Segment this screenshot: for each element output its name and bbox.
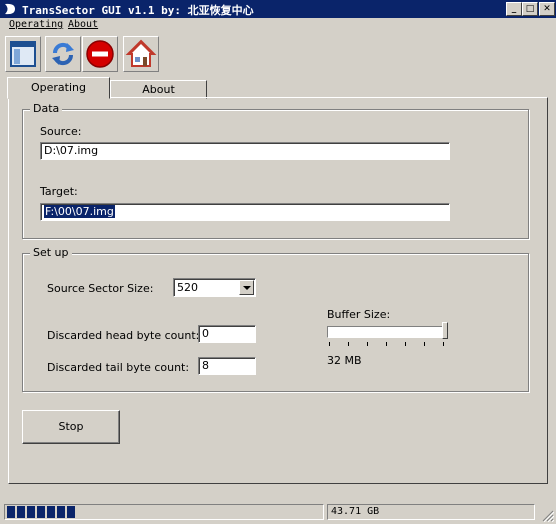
sector-size-value: 520 <box>177 281 198 294</box>
app-logo-icon <box>5 3 15 15</box>
progress-block <box>37 506 45 518</box>
app-window: TransSector GUI v1.1 by: 北亚恢复中心 _ □ ✕ Op… <box>0 0 556 524</box>
target-value: F:\00\07.img <box>44 205 115 218</box>
progress-block <box>27 506 35 518</box>
slider-tick <box>443 342 444 346</box>
buffer-size-value: 32 MB <box>327 354 362 367</box>
tab-operating[interactable]: Operating <box>7 77 110 99</box>
source-input[interactable]: D:\07.img <box>40 142 450 160</box>
status-bar: 43.71 GB <box>0 502 556 524</box>
refresh-button[interactable] <box>45 36 81 72</box>
buffer-size-slider[interactable] <box>327 326 447 338</box>
menu-operating[interactable]: Operating <box>9 19 63 30</box>
head-count-value: 0 <box>202 327 209 340</box>
slider-tick <box>348 342 349 346</box>
title-bar[interactable]: TransSector GUI v1.1 by: 北亚恢复中心 _ □ ✕ <box>0 0 556 18</box>
stop-tool-button[interactable] <box>82 36 118 72</box>
chevron-down-icon[interactable] <box>239 280 254 295</box>
tail-count-value: 8 <box>202 359 209 372</box>
source-value: D:\07.img <box>44 144 99 157</box>
setup-group-title: Set up <box>30 246 72 259</box>
buffer-size-label: Buffer Size: <box>327 308 391 321</box>
sector-size-label: Source Sector Size: <box>47 282 154 295</box>
stop-icon <box>86 40 114 68</box>
home-button[interactable] <box>123 36 159 72</box>
progress-block <box>57 506 65 518</box>
window-title: TransSector GUI v1.1 by: 北亚恢复中心 <box>22 4 254 17</box>
progress-block <box>17 506 25 518</box>
size-pane: 43.71 GB <box>327 504 535 520</box>
slider-tick <box>405 342 406 346</box>
slider-tick <box>329 342 330 346</box>
toolbar <box>0 34 556 74</box>
target-input[interactable]: F:\00\07.img <box>40 203 450 221</box>
window-button[interactable] <box>5 36 41 72</box>
close-button[interactable]: ✕ <box>539 2 555 16</box>
data-group-title: Data <box>30 102 63 115</box>
progress-block <box>47 506 55 518</box>
window-icon <box>10 41 36 67</box>
menu-bar: Operating About <box>0 18 556 34</box>
slider-tick <box>367 342 368 346</box>
source-label: Source: <box>40 125 82 138</box>
home-icon <box>125 39 157 67</box>
size-readout: 43.71 GB <box>331 506 380 517</box>
slider-tick <box>424 342 425 346</box>
menu-about[interactable]: About <box>68 19 98 30</box>
head-count-input[interactable]: 0 <box>198 325 256 343</box>
tail-count-input[interactable]: 8 <box>198 357 256 375</box>
refresh-icon <box>52 42 74 66</box>
target-label: Target: <box>40 185 78 198</box>
buffer-slider-thumb[interactable] <box>442 322 448 339</box>
sector-size-select[interactable]: 520 <box>173 278 256 297</box>
resize-grip-icon[interactable] <box>542 510 554 522</box>
progress-pane <box>4 504 324 520</box>
progress-block <box>7 506 15 518</box>
stop-button[interactable]: Stop <box>22 410 120 444</box>
head-count-label: Discarded head byte count: <box>47 329 200 342</box>
progress-block <box>67 506 75 518</box>
minimize-button[interactable]: _ <box>506 2 522 16</box>
maximize-button[interactable]: □ <box>522 2 538 16</box>
tail-count-label: Discarded tail byte count: <box>47 361 190 374</box>
slider-tick <box>386 342 387 346</box>
